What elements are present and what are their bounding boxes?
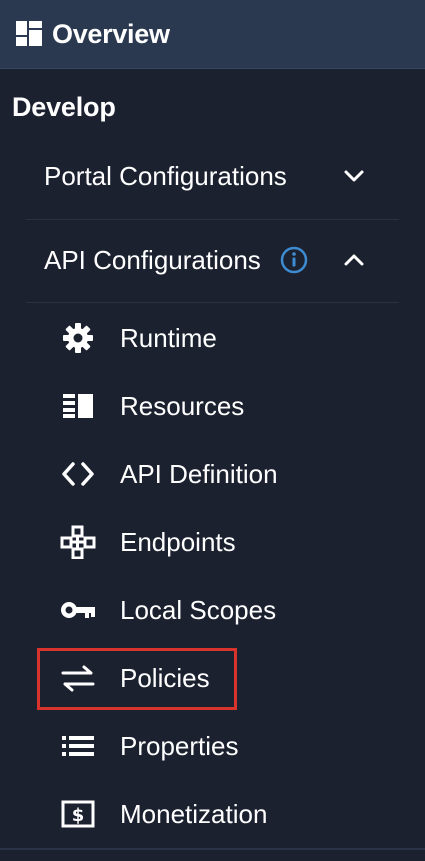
nav-item-label: Properties (120, 730, 239, 761)
gear-icon (60, 320, 96, 356)
portal-configurations-label: Portal Configurations (44, 160, 287, 191)
nav-item-runtime[interactable]: Runtime (36, 308, 416, 368)
nav-item-local-scopes[interactable]: Local Scopes (36, 580, 416, 640)
sidebar: Overview Develop Portal Configurations A… (0, 0, 425, 861)
nav-item-monetization[interactable]: $ Monetization (36, 784, 416, 844)
api-configurations-label: API Configurations (44, 244, 261, 275)
highlight-box (37, 648, 237, 710)
portal-configurations-toggle[interactable]: Portal Configurations (0, 146, 425, 206)
overview-header[interactable]: Overview (0, 0, 425, 69)
chevron-down-icon (344, 170, 364, 182)
api-configurations-toggle[interactable]: API Configurations (0, 230, 425, 290)
divider (26, 302, 399, 303)
chevron-up-icon (344, 254, 364, 266)
resources-icon (60, 388, 96, 424)
svg-text:$: $ (72, 805, 85, 826)
list-icon (60, 728, 96, 764)
nav-item-label: Endpoints (120, 526, 236, 557)
code-icon (60, 456, 96, 492)
nav-item-resources[interactable]: Resources (36, 376, 416, 436)
nav-item-label: API Definition (120, 458, 278, 489)
divider (26, 219, 399, 220)
nav-item-label: Local Scopes (120, 594, 277, 625)
info-icon[interactable] (279, 245, 309, 275)
overview-title: Overview (52, 18, 170, 49)
nav-item-label: Resources (120, 390, 245, 421)
nav-item-endpoints[interactable]: Endpoints (36, 512, 416, 572)
dollar-icon: $ (60, 796, 96, 832)
key-icon (60, 592, 96, 628)
dashboard-grid-icon (16, 21, 42, 46)
nav-item-label: Runtime (120, 322, 217, 353)
divider (0, 848, 425, 850)
nav-item-properties[interactable]: Properties (36, 716, 416, 776)
endpoints-icon (60, 524, 96, 560)
section-develop-label: Develop (12, 92, 116, 122)
nav-item-label: Monetization (120, 798, 268, 829)
nav-item-api-definition[interactable]: API Definition (36, 444, 416, 504)
